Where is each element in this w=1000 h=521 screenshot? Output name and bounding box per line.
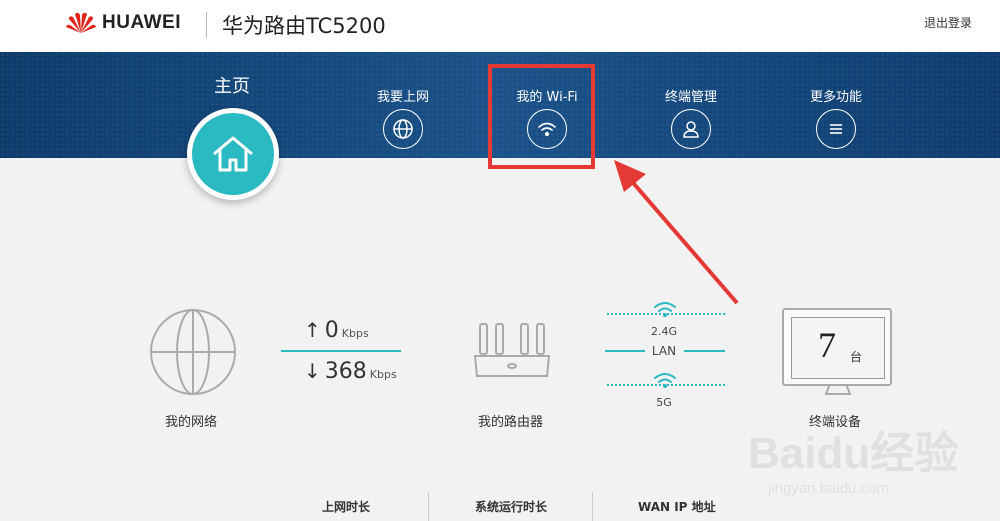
nav-internet[interactable]: 我要上网: [348, 86, 458, 149]
upload-arrow-icon: ↑: [304, 318, 321, 342]
band-24g-label: 2.4G: [650, 325, 678, 338]
online-time-label: 上网时长: [322, 500, 371, 514]
monitor-screen: 7 台: [791, 317, 885, 379]
watermark-url: jingyan.baidu.com: [768, 480, 889, 497]
header-divider: [206, 12, 207, 38]
download-speed: ↓ 368 Kbps: [304, 359, 397, 384]
huawei-flower-icon: [66, 12, 96, 33]
uptime-label: 系统运行时长: [475, 500, 548, 514]
my-router-label: 我的路由器: [478, 415, 544, 430]
wifi-24g-icon: [654, 302, 676, 317]
bottom-divider-1: [428, 492, 429, 521]
wifi-5g-icon: [654, 373, 676, 388]
top-bar: HUAWEI 华为路由TC5200 退出登录: [0, 0, 1000, 52]
nav-more-label: 更多功能: [809, 90, 862, 105]
nav-home-label: 主页: [214, 76, 250, 97]
nav-devices[interactable]: 终端管理: [636, 86, 746, 149]
bottom-divider-2: [592, 492, 593, 521]
watermark-title: Baidu经验: [748, 429, 959, 478]
brand-name: HUAWEI: [102, 12, 181, 33]
huawei-logo: HUAWEI: [66, 11, 181, 35]
my-network-label: 我的网络: [165, 415, 218, 430]
upload-unit: Kbps: [341, 327, 369, 340]
devices-label: 终端设备: [809, 415, 862, 430]
band-5g-label: 5G: [656, 396, 672, 409]
speed-divider: [281, 350, 401, 352]
monitor-stand: [824, 384, 852, 395]
download-unit: Kbps: [369, 368, 397, 381]
lan-line-right: [684, 350, 725, 352]
router-name: 华为路由TC5200: [222, 14, 386, 38]
user-icon: [671, 109, 711, 149]
nav-internet-label: 我要上网: [376, 90, 429, 105]
upload-speed: ↑ 0 Kbps: [304, 318, 369, 343]
home-button[interactable]: [187, 108, 279, 200]
nav-devices-label: 终端管理: [664, 90, 717, 105]
menu-icon: [816, 109, 856, 149]
devices-monitor[interactable]: 7 台: [782, 308, 892, 386]
nav-more[interactable]: 更多功能: [781, 86, 891, 149]
globe-icon: [383, 109, 423, 149]
router-icon[interactable]: [472, 322, 552, 380]
home-icon: [192, 113, 274, 195]
baidu-watermark: Baidu经验 jingyan.baidu.com: [748, 429, 959, 498]
logout-link[interactable]: 退出登录: [924, 14, 972, 31]
device-count: 7: [818, 325, 836, 365]
network-globe-icon[interactable]: [148, 307, 238, 397]
download-arrow-icon: ↓: [304, 359, 321, 383]
upload-value: 0: [324, 318, 339, 343]
download-value: 368: [324, 359, 367, 384]
wan-ip-label: WAN IP 地址: [638, 500, 716, 514]
device-count-unit: 台: [850, 350, 863, 364]
annotation-highlight-box: [488, 64, 595, 169]
